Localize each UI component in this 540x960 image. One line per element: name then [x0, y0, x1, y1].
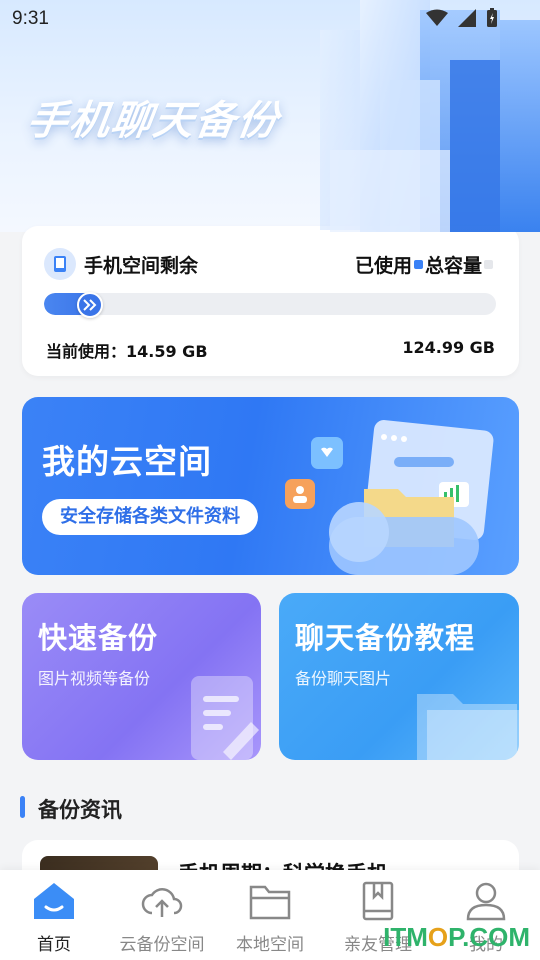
quick-backup-card[interactable]: 快速备份 图片视频等备份: [22, 593, 261, 760]
hero-title: 手机聊天备份: [24, 98, 283, 144]
hero-banner: 9:31 手机聊天备份: [0, 0, 540, 232]
storage-card: 手机空间剩余 已使用 总容量 当前使用：14.59 GB 124.99 GB: [22, 226, 519, 376]
cloud-upload-icon: [139, 878, 185, 924]
status-time: 9:31: [12, 8, 49, 29]
nav-cloud-backup-label: 云备份空间: [119, 935, 205, 955]
nav-local-space[interactable]: 本地空间: [216, 870, 324, 960]
storage-title: 手机空间剩余: [84, 255, 199, 277]
nav-home[interactable]: 首页: [0, 870, 108, 960]
legend-used-label: 已使用: [354, 255, 412, 277]
legend-total-label: 总容量: [424, 255, 482, 277]
storage-legend: 已使用 总容量: [355, 251, 495, 278]
chevron-double-right-icon: [77, 292, 103, 318]
quick-backup-title: 快速备份: [38, 621, 159, 655]
cloud-banner-button[interactable]: 安全存储各类文件资料: [42, 499, 258, 535]
my-cloud-banner[interactable]: 我的云空间 安全存储各类文件资料: [22, 397, 519, 575]
nav-local-space-label: 本地空间: [236, 935, 304, 955]
user-icon: [463, 878, 509, 924]
folder-icon: [247, 878, 293, 924]
home-icon: [31, 878, 77, 924]
watermark: ITMOP.COM: [383, 922, 530, 952]
book-icon: [355, 878, 401, 924]
cloud-folder-illustration: [285, 420, 494, 575]
phone-icon: [44, 248, 76, 280]
current-use-text: 当前使用：14.59 GB: [46, 342, 208, 361]
legend-used-dot: [413, 260, 423, 269]
battery-icon: [487, 8, 497, 27]
wifi-icon: [426, 9, 448, 26]
status-icons: [426, 8, 498, 28]
chat-backup-tutorial-card[interactable]: 聊天备份教程 备份聊天图片: [279, 593, 519, 760]
quick-backup-subtitle: 图片视频等备份: [38, 669, 151, 688]
total-capacity-text: 124.99 GB: [402, 338, 495, 357]
nav-home-label: 首页: [37, 935, 71, 955]
status-bar: 9:31: [0, 0, 540, 36]
news-section-marker: [20, 796, 25, 818]
nav-cloud-backup[interactable]: 云备份空间: [108, 870, 216, 960]
cloud-banner-title: 我的云空间: [42, 442, 212, 481]
document-edit-icon: [191, 676, 259, 760]
news-section-title: 备份资讯: [38, 798, 122, 822]
signal-icon: [458, 9, 476, 27]
chat-backup-tutorial-subtitle: 备份聊天图片: [295, 669, 392, 688]
folder-icon: [417, 694, 519, 760]
storage-progress-bar: [44, 293, 496, 315]
chat-backup-tutorial-title: 聊天备份教程: [295, 621, 476, 655]
legend-total-dot: [484, 260, 493, 269]
